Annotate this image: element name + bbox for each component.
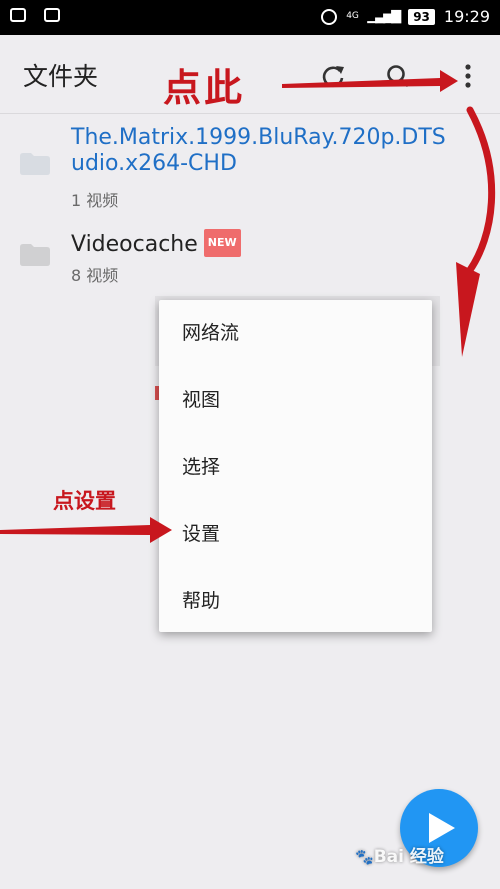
watermark-text: Bai 经验 <box>373 847 444 867</box>
new-badge: NEW <box>203 229 241 257</box>
menu-item-help[interactable]: 帮助 <box>182 586 220 616</box>
folder-name-text: Videocache <box>71 232 198 257</box>
search-icon[interactable] <box>385 63 411 89</box>
curved-arrow <box>456 106 496 357</box>
folder-icon <box>20 153 50 175</box>
folder-icon <box>20 244 50 266</box>
more-vert-icon[interactable] <box>455 63 481 89</box>
overflow-menu: 网络流 视图 选择 设置 帮助 <box>159 300 432 632</box>
menu-item-network-stream[interactable]: 网络流 <box>182 318 239 348</box>
alarm-icon <box>321 8 338 25</box>
app-toolbar: 文件夹 <box>0 35 500 114</box>
folder-name: Videocache NEW <box>71 229 241 259</box>
folder-name: The.Matrix.1999.BluRay.720p.DTS udio.x26… <box>71 125 451 177</box>
folder-video-count: 8 视频 <box>71 266 119 285</box>
message-icon <box>10 8 26 22</box>
annotation-top: 点此 <box>163 66 246 110</box>
network-type: 4G <box>346 11 359 21</box>
paw-icon: 🐾 <box>355 848 374 866</box>
screenshot-icon <box>44 8 60 22</box>
status-bar: 4G ▁▃▅▇ 93 19:29 <box>0 0 500 35</box>
watermark: 🐾Bai 经验 <box>355 842 444 867</box>
annotation-settings: 点设置 <box>53 489 116 513</box>
menu-item-select[interactable]: 选择 <box>182 452 220 482</box>
folder-video-count: 1 视频 <box>71 191 119 210</box>
folder-name-line: udio.x264-CHD <box>71 151 237 176</box>
refresh-icon[interactable] <box>320 63 346 89</box>
signal-icon: ▁▃▅▇ <box>367 9 401 24</box>
folder-name-line: The.Matrix.1999.BluRay.720p.DTS <box>71 125 446 150</box>
arrow-to-settings <box>0 517 172 543</box>
page-title: 文件夹 <box>23 62 99 91</box>
play-icon <box>429 813 455 843</box>
battery-indicator: 93 <box>408 8 435 25</box>
status-time: 19:29 <box>443 7 490 26</box>
menu-item-view[interactable]: 视图 <box>182 385 220 415</box>
menu-item-settings[interactable]: 设置 <box>182 519 220 549</box>
